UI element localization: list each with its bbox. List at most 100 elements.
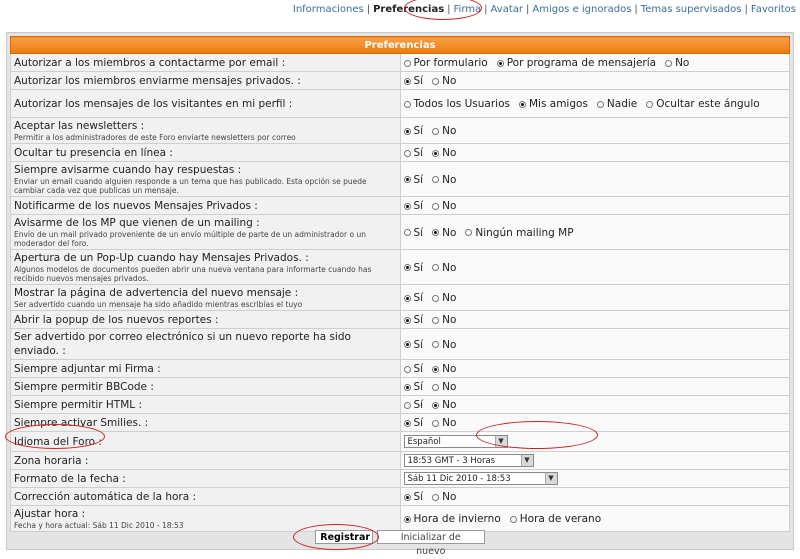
radio-option[interactable]: Nadie — [596, 98, 637, 110]
radio-empty-icon[interactable] — [403, 229, 411, 236]
radio-option[interactable]: No — [432, 363, 456, 375]
radio-option[interactable]: Sí — [403, 147, 423, 159]
radio-option[interactable]: No — [432, 381, 456, 393]
chevron-down-icon[interactable]: ▼ — [494, 436, 507, 448]
chevron-down-icon[interactable]: ▼ — [544, 473, 557, 485]
dropdown-value: Sáb 11 Dic 2010 - 18:53 — [407, 474, 511, 485]
radio-option[interactable]: Sí — [403, 314, 423, 326]
preference-row: Autorizar a los miembros a contactarme p… — [10, 53, 790, 72]
radio-option[interactable]: No — [432, 75, 456, 87]
radio-selected-icon[interactable] — [403, 294, 411, 302]
radio-empty-icon[interactable] — [432, 419, 440, 427]
nav-link-1[interactable]: Preferencias — [373, 4, 444, 15]
radio-selected-icon[interactable] — [403, 341, 411, 348]
radio-empty-icon[interactable] — [665, 59, 673, 67]
radio-selected-icon[interactable] — [403, 176, 411, 183]
radio-empty-icon[interactable] — [403, 59, 411, 67]
radio-option[interactable]: Sí — [403, 200, 423, 212]
radio-option[interactable]: Sí — [403, 339, 423, 351]
radio-option[interactable]: Ocultar este ángulo — [646, 98, 760, 110]
radio-option[interactable]: Por formulario — [403, 57, 488, 69]
radio-selected-icon[interactable] — [432, 229, 440, 236]
radio-selected-icon[interactable] — [403, 202, 411, 210]
radio-empty-icon[interactable] — [403, 365, 411, 373]
radio-empty-icon[interactable] — [432, 127, 440, 135]
radio-empty-icon[interactable] — [432, 176, 440, 183]
dropdown-select[interactable]: Sáb 11 Dic 2010 - 18:53 ▼ — [403, 472, 558, 486]
submit-button[interactable]: Registrar — [315, 530, 374, 544]
radio-option[interactable]: No — [432, 399, 456, 411]
radio-option[interactable]: Todos los Usuarios — [403, 98, 510, 110]
radio-option[interactable]: Por programa de mensajería — [496, 57, 656, 69]
radio-empty-icon[interactable] — [432, 294, 440, 302]
radio-selected-icon[interactable] — [496, 59, 504, 67]
nav-link-0[interactable]: Informaciones — [293, 4, 364, 15]
radio-option[interactable]: No — [432, 339, 456, 351]
nav-separator: | — [634, 4, 638, 15]
radio-empty-icon[interactable] — [432, 202, 440, 210]
radio-selected-icon[interactable] — [403, 383, 411, 391]
dropdown-select[interactable]: 18:53 GMT - 3 Horas ▼ — [403, 454, 534, 468]
radio-selected-icon[interactable] — [403, 419, 411, 427]
radio-empty-icon[interactable] — [432, 264, 440, 271]
radio-selected-icon[interactable] — [518, 100, 526, 108]
radio-option[interactable]: Sí — [403, 417, 423, 429]
dropdown-select[interactable]: Español ▼ — [403, 435, 508, 449]
nav-link-6[interactable]: Favoritos — [751, 4, 796, 15]
radio-selected-icon[interactable] — [432, 365, 440, 373]
radio-empty-icon[interactable] — [403, 401, 411, 409]
radio-empty-icon[interactable] — [596, 100, 604, 108]
radio-option[interactable]: No — [432, 174, 456, 186]
radio-empty-icon[interactable] — [465, 229, 473, 236]
radio-selected-icon[interactable] — [432, 401, 440, 409]
radio-option[interactable]: No — [432, 417, 456, 429]
radio-option[interactable]: Sí — [403, 491, 423, 503]
radio-option[interactable]: No — [665, 57, 689, 69]
radio-option[interactable]: Sí — [403, 399, 423, 411]
radio-option[interactable]: No — [432, 314, 456, 326]
radio-option[interactable]: Sí — [403, 125, 423, 137]
preference-label-cell: Siempre adjuntar mi Firma : — [10, 359, 401, 378]
radio-selected-icon[interactable] — [403, 264, 411, 271]
radio-option[interactable]: No — [432, 147, 456, 159]
radio-option[interactable]: No — [432, 262, 456, 274]
radio-option[interactable]: Sí — [403, 227, 423, 239]
radio-empty-icon[interactable] — [432, 77, 440, 85]
radio-option[interactable]: No — [432, 491, 456, 503]
radio-empty-icon[interactable] — [432, 493, 440, 501]
radio-option[interactable]: Sí — [403, 75, 423, 87]
nav-link-2[interactable]: Firma — [454, 4, 482, 15]
radio-empty-icon[interactable] — [509, 515, 517, 523]
radio-option[interactable]: Sí — [403, 292, 423, 304]
radio-selected-icon[interactable] — [403, 127, 411, 135]
reset-button[interactable]: Inicializar de nuevo — [376, 530, 485, 557]
radio-selected-icon[interactable] — [432, 149, 440, 157]
radio-option[interactable]: Sí — [403, 381, 423, 393]
radio-option[interactable]: Sí — [403, 363, 423, 375]
radio-option[interactable]: No — [432, 227, 456, 239]
chevron-down-icon[interactable]: ▼ — [520, 455, 533, 467]
radio-empty-icon[interactable] — [646, 100, 654, 108]
radio-selected-icon[interactable] — [403, 77, 411, 85]
radio-empty-icon[interactable] — [403, 100, 411, 108]
radio-empty-icon[interactable] — [432, 341, 440, 348]
radio-option[interactable]: Ningún mailing MP — [465, 227, 574, 239]
radio-option[interactable]: Sí — [403, 174, 423, 186]
radio-selected-icon[interactable] — [403, 515, 411, 523]
radio-option[interactable]: Sí — [403, 262, 423, 274]
radio-option[interactable]: Hora de verano — [509, 513, 601, 525]
preference-control-cell: Sí No — [399, 487, 790, 506]
radio-empty-icon[interactable] — [432, 383, 440, 391]
radio-option[interactable]: No — [432, 200, 456, 212]
nav-link-3[interactable]: Avatar — [491, 4, 523, 15]
radio-selected-icon[interactable] — [403, 493, 411, 501]
radio-option[interactable]: Hora de invierno — [403, 513, 501, 525]
radio-empty-icon[interactable] — [432, 316, 440, 324]
radio-empty-icon[interactable] — [403, 149, 411, 157]
nav-link-5[interactable]: Temas supervisados — [641, 4, 742, 15]
radio-selected-icon[interactable] — [403, 316, 411, 324]
radio-option[interactable]: No — [432, 125, 456, 137]
radio-option[interactable]: Mis amigos — [518, 98, 588, 110]
nav-link-4[interactable]: Amigos e ignorados — [532, 4, 631, 15]
radio-option[interactable]: No — [432, 292, 456, 304]
